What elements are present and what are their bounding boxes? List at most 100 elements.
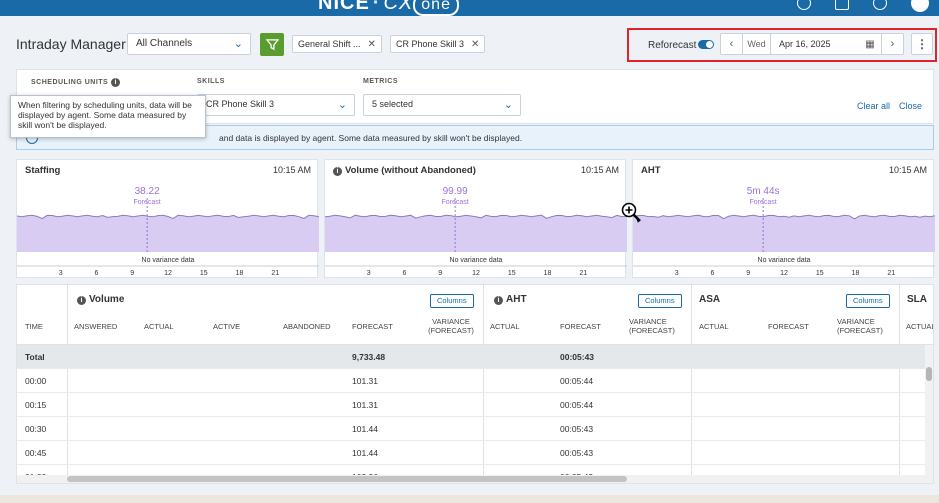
column-header-actual[interactable]: ACTUAL <box>144 322 174 331</box>
info-message-text: and data is displayed by agent. Some dat… <box>219 133 523 143</box>
help-icon[interactable] <box>797 0 811 10</box>
forecast-sublabel: Forecast <box>750 199 777 206</box>
aht-forecast-cell: 00:05:44 <box>560 400 594 410</box>
column-header-asa-actual[interactable]: ACTUAL <box>699 322 729 331</box>
next-day-button[interactable]: › <box>881 34 903 54</box>
clear-all-link[interactable]: Clear all <box>857 101 890 111</box>
x-tick-label: 3 <box>367 270 371 277</box>
scheduling-units-tooltip: When filtering by scheduling units, data… <box>10 95 206 138</box>
filter-icon <box>265 39 279 51</box>
chevron-down-icon: ⌄ <box>503 99 513 111</box>
volume-forecast-cell: 101.44 <box>352 448 378 458</box>
filter-chip-skill[interactable]: CR Phone Skill 3 ✕ <box>390 35 486 53</box>
intraday-data-grid: i Volume Columns i AHT Columns ASA Columns… <box>16 284 934 484</box>
x-tick-label: 21 <box>271 270 279 277</box>
close-icon[interactable]: ✕ <box>368 39 376 50</box>
volume-chart-card[interactable]: i Volume (without Abandoned) 10:15 AM 99.99… <box>324 159 627 278</box>
asa-columns-button[interactable]: Columns <box>846 294 890 308</box>
aht-columns-button[interactable]: Columns <box>638 294 682 308</box>
group-title-asa: ASA <box>699 294 721 305</box>
time-cell: 00:30 <box>25 424 47 434</box>
column-header-variance[interactable]: VARIANCE (FORECAST) <box>421 317 481 335</box>
horizontal-scrollbar[interactable] <box>17 475 927 483</box>
chevron-down-icon: ⌄ <box>337 99 347 111</box>
close-link[interactable]: Close <box>899 101 922 111</box>
column-header-asa-variance[interactable]: VARIANCE (FORECAST) <box>837 317 897 335</box>
group-title-aht: i AHT <box>494 294 527 305</box>
date-navigator: ‹ Wed Apr 16, 2025 ▦ › <box>720 33 904 55</box>
x-tick-label: 12 <box>780 270 788 277</box>
chevron-down-icon: ⌄ <box>233 38 243 50</box>
aht-forecast-cell: 00:05:43 <box>560 448 594 458</box>
column-header-aht-variance[interactable]: VARIANCE (FORECAST) <box>629 317 689 335</box>
aht-forecast-cell: 00:05:43 <box>560 424 594 434</box>
x-tick-label: 21 <box>887 270 895 277</box>
channel-select[interactable]: All Channels ⌄ <box>127 33 251 55</box>
forecast-value: 99.99 <box>443 186 468 197</box>
brand-logo: NICE · CX one <box>318 0 459 16</box>
reforecast-toggle[interactable] <box>698 40 714 49</box>
group-title-sla: SLA <box>907 294 927 305</box>
date-input[interactable]: Apr 16, 2025 <box>771 39 859 49</box>
x-tick-label: 9 <box>438 270 442 277</box>
x-tick-label: 3 <box>59 270 63 277</box>
volume-forecast-cell: 9,733.48 <box>352 352 386 362</box>
info-icon[interactable]: i <box>77 296 86 305</box>
no-variance-label: No variance data <box>450 257 503 264</box>
column-header-asa-forecast[interactable]: FORECAST <box>768 322 809 331</box>
metrics-select[interactable]: 5 selected ⌄ <box>363 94 521 116</box>
close-icon[interactable]: ✕ <box>471 39 479 50</box>
column-header-answered[interactable]: ANSWERED <box>74 322 117 331</box>
metrics-label: METRICS <box>363 78 398 85</box>
calendar-icon[interactable]: ▦ <box>859 39 881 50</box>
x-tick-label: 18 <box>236 270 244 277</box>
x-tick-label: 21 <box>579 270 587 277</box>
skills-select[interactable]: CR Phone Skill 3 ⌄ <box>197 94 355 116</box>
column-header-forecast[interactable]: FORECAST <box>352 322 393 331</box>
volume-columns-button[interactable]: Columns <box>430 294 474 308</box>
filter-chip-shift[interactable]: General Shift ... ✕ <box>292 35 382 53</box>
previous-day-button[interactable]: ‹ <box>721 34 743 54</box>
more-options-icon[interactable]: ⋮ <box>911 33 933 55</box>
volume-forecast-cell: 101.31 <box>352 400 378 410</box>
x-tick-label: 18 <box>852 270 860 277</box>
column-header-aht-actual[interactable]: ACTUAL <box>490 322 520 331</box>
chat-icon[interactable] <box>835 0 849 10</box>
x-tick-label: 12 <box>164 270 172 277</box>
column-header-sla-actual[interactable]: ACTUAL <box>906 322 933 331</box>
total-row[interactable]: Total 9,733.48 00:05:43 <box>17 345 927 369</box>
grid-header: i Volume Columns i AHT Columns ASA Columns… <box>17 285 933 345</box>
notification-bell-icon[interactable] <box>873 0 887 10</box>
table-row[interactable]: 00:00 101.31 00:05:44 <box>17 369 927 393</box>
table-row[interactable]: 00:45 101.44 00:05:43 <box>17 441 927 465</box>
x-tick-label: 18 <box>544 270 552 277</box>
x-tick-label: 15 <box>816 270 824 277</box>
time-cell: 00:45 <box>25 448 47 458</box>
info-icon[interactable]: i <box>111 78 121 87</box>
filter-button[interactable] <box>260 33 284 56</box>
aht-forecast-cell: 00:05:44 <box>560 376 594 386</box>
chart-svg: 5m 44s Forecast No variance data 3 6 9 12 15 18 2… <box>633 186 935 277</box>
forecast-area <box>17 215 319 252</box>
aht-chart-card[interactable]: AHT 10:15 AM 5m 44s Forecast No variance dat… <box>632 159 935 278</box>
column-header-abandoned[interactable]: ABANDONED <box>283 322 331 331</box>
table-row[interactable]: 00:15 101.31 00:05:44 <box>17 393 927 417</box>
user-avatar[interactable] <box>911 0 929 12</box>
reforecast-label: Reforecast <box>648 40 697 51</box>
forecast-area <box>325 215 627 252</box>
forecast-area <box>633 215 935 252</box>
time-cell: 00:00 <box>25 376 47 386</box>
staffing-chart-card[interactable]: Staffing 10:15 AM 38.22 Forecast No variance… <box>16 159 319 278</box>
x-tick-label: 3 <box>675 270 679 277</box>
channel-select-value: All Channels <box>136 38 193 49</box>
day-label: Wed <box>743 34 771 54</box>
x-tick-label: 6 <box>711 270 715 277</box>
vertical-scrollbar[interactable] <box>925 345 933 483</box>
x-tick-label: 15 <box>508 270 516 277</box>
column-header-aht-forecast[interactable]: FORECAST <box>560 322 601 331</box>
column-header-time[interactable]: TIME <box>25 322 43 331</box>
info-icon[interactable]: i <box>494 296 503 305</box>
column-header-active[interactable]: ACTIVE <box>213 322 240 331</box>
table-row[interactable]: 00:30 101.44 00:05:43 <box>17 417 927 441</box>
no-variance-label: No variance data <box>758 257 811 264</box>
